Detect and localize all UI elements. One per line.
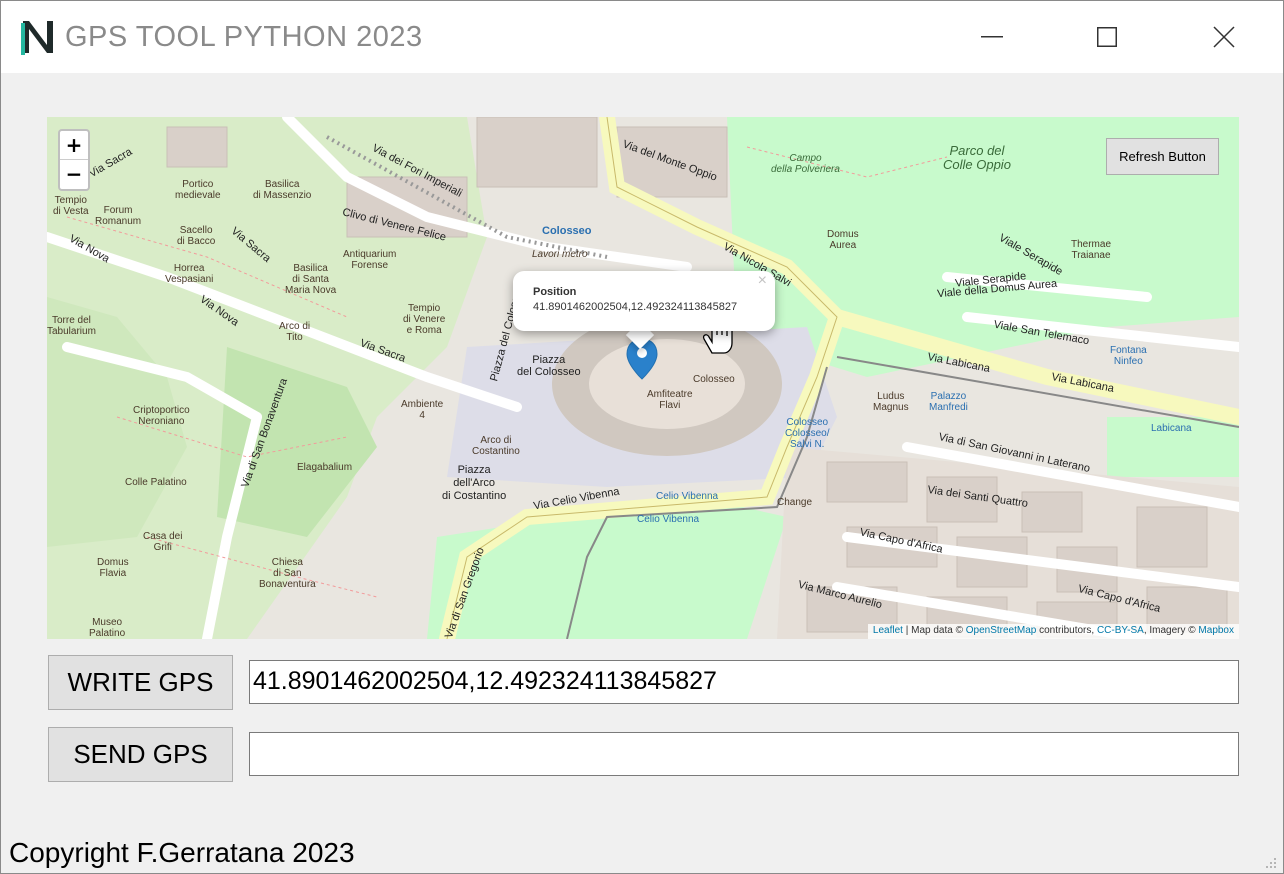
label-basilica-santa: Basilica di Santa Maria Nova xyxy=(285,263,337,296)
minimize-button[interactable] xyxy=(934,1,1050,73)
label-portico: Portico medievale xyxy=(175,179,221,201)
attr-contributors: contributors, xyxy=(1036,625,1097,636)
popup-coords: 41.8901462002504,12.492324113845827 xyxy=(533,301,738,313)
minimize-icon xyxy=(981,36,1003,38)
mapbox-link[interactable]: Mapbox xyxy=(1198,625,1234,636)
label-labicana-stop: Labicana xyxy=(1151,423,1192,434)
zoom-out-button[interactable]: − xyxy=(60,160,88,189)
label-fontana: Fontana Ninfeo xyxy=(1110,345,1147,367)
label-palazzo: Palazzo Manfredi xyxy=(929,391,968,413)
zoom-control: + − xyxy=(58,129,90,191)
label-basilica-massenzio: Basilica di Massenzio xyxy=(253,179,312,201)
label-parco: Parco del Colle Oppio xyxy=(943,143,1011,172)
label-change: Change xyxy=(777,497,813,508)
write-gps-field[interactable]: 41.8901462002504,12.492324113845827 xyxy=(249,660,1239,704)
maximize-button[interactable] xyxy=(1049,1,1165,73)
copyright-text: Copyright F.Gerratana 2023 xyxy=(9,837,355,868)
label-museo: Museo Palatino xyxy=(89,617,126,639)
resize-grip-icon[interactable] xyxy=(1265,857,1277,869)
label-colle-palatino: Colle Palatino xyxy=(125,477,187,488)
label-colosseo-stop: Colosseo Colosseo/ Salvi N. xyxy=(785,417,830,450)
attr-map-data: | Map data © xyxy=(902,625,966,636)
label-domus-flavia: Domus Flavia xyxy=(97,557,129,579)
label-lavori: Lavori metro xyxy=(532,249,588,260)
popup-close-button[interactable]: × xyxy=(758,272,767,290)
close-button[interactable] xyxy=(1166,1,1282,73)
label-tempio-vesta: Tempio di Vesta xyxy=(53,195,89,217)
label-anfiteatro: Amfiteatre Flavi xyxy=(647,389,693,411)
write-gps-button[interactable]: WRITE GPS xyxy=(48,655,233,710)
leaflet-link[interactable]: Leaflet xyxy=(873,625,903,636)
label-sacello: Sacello di Bacco xyxy=(177,225,216,247)
popup-title: Position xyxy=(533,286,577,298)
app-logo-icon xyxy=(21,21,53,55)
map-view[interactable]: Parco del Colle Oppio Campo della Polver… xyxy=(47,117,1239,639)
window-title: GPS TOOL PYTHON 2023 xyxy=(65,21,423,53)
license-link[interactable]: CC-BY-SA xyxy=(1097,625,1144,636)
label-antiquarium: Antiquarium Forense xyxy=(343,249,397,271)
label-piazza-arco: Piazza dell'Arco di Costantino xyxy=(442,464,507,502)
label-celio-stop: Celio Vibenna xyxy=(656,491,719,502)
refresh-button[interactable]: Refresh Button xyxy=(1106,138,1219,175)
label-arco-tito: Arco di Tito xyxy=(279,321,311,343)
label-ludus: Ludus Magnus xyxy=(873,391,909,413)
label-ambiente: Ambiente 4 xyxy=(401,399,444,421)
app-window: GPS TOOL PYTHON 2023 Parco del Colle Opp… xyxy=(0,0,1284,874)
map-attribution: Leaflet | Map data © OpenStreetMap contr… xyxy=(867,624,1239,639)
title-bar[interactable]: GPS TOOL PYTHON 2023 xyxy=(1,1,1283,73)
label-cripto: Criptoportico Neroniano xyxy=(133,405,190,427)
position-popup: Position 41.8901462002504,12.49232411384… xyxy=(513,271,775,331)
label-thermae: Thermae Traianae xyxy=(1071,239,1112,261)
close-icon xyxy=(1213,26,1235,48)
attr-imagery: , Imagery © xyxy=(1143,625,1199,636)
label-arco-costantino: Arco di Costantino xyxy=(472,435,520,457)
osm-link[interactable]: OpenStreetMap xyxy=(966,625,1037,636)
label-elagabalium: Elagabalium xyxy=(297,462,353,473)
label-tempio-venere: Tempio di Venere e Roma xyxy=(403,303,446,336)
label-colosseo-station: Colosseo xyxy=(542,225,592,237)
label-celio-stop-2: Celio Vibenna xyxy=(637,514,700,525)
send-gps-field[interactable] xyxy=(249,732,1239,776)
label-campo: Campo della Polveriera xyxy=(771,153,840,175)
maximize-icon xyxy=(1097,27,1117,47)
label-piazza-colosseo: Piazza del Colosseo xyxy=(517,354,581,378)
zoom-in-button[interactable]: + xyxy=(60,131,88,160)
send-gps-button[interactable]: SEND GPS xyxy=(48,727,233,782)
label-colosseo: Colosseo xyxy=(693,374,735,385)
label-casa-grifi: Casa dei Grifi xyxy=(143,531,183,553)
label-torre: Torre del Tabularium xyxy=(47,315,96,337)
label-chiesa: Chiesa di San Bonaventura xyxy=(259,557,316,590)
label-horrea: Horrea Vespasiani xyxy=(165,263,214,285)
label-domus-aurea: Domus Aurea xyxy=(827,229,859,251)
label-forum: Forum Romanum xyxy=(95,205,142,227)
